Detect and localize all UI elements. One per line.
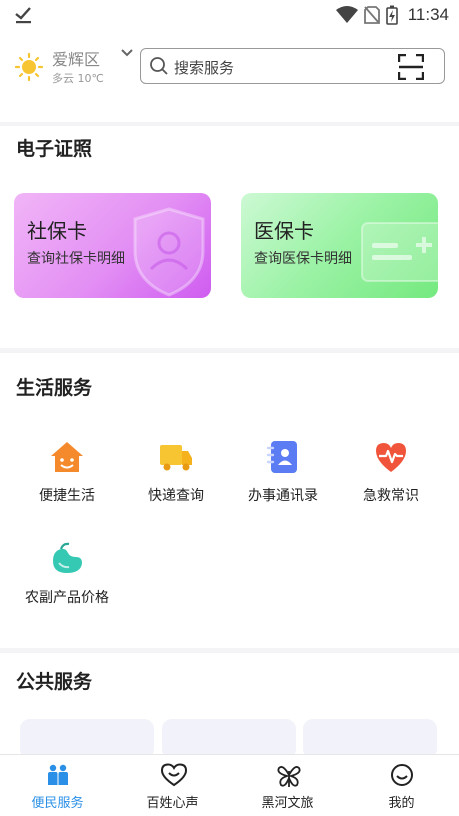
service-label: 便捷生活	[39, 488, 95, 504]
heart-face-icon	[161, 763, 187, 787]
nav-label: 百姓心声	[146, 796, 199, 811]
nav-item-tourism[interactable]: 黑河文旅	[230, 755, 345, 816]
public-service-card[interactable]	[20, 719, 154, 759]
house-smile-icon	[51, 442, 83, 472]
life-services-section: 生活服务 便捷生活 快递查询 办事通讯录 急救常识 农副产品价格	[0, 353, 459, 648]
medical-insurance-card[interactable]: 医保卡 查询医保卡明细	[241, 193, 438, 298]
district-name: 爱辉区	[52, 50, 101, 69]
butterfly-icon	[277, 766, 301, 787]
service-label: 快递查询	[148, 488, 204, 504]
public-services-section: 公共服务	[0, 653, 459, 759]
nav-label: 我的	[388, 796, 415, 811]
status-time: 11:34	[407, 5, 449, 24]
certificates-section: 电子证照 社保卡 查询社保卡明细 医保卡 查询医保卡明细	[0, 126, 459, 348]
status-bar: 11:34	[0, 0, 459, 34]
nav-item-convenience[interactable]: 便民服务	[0, 755, 115, 816]
nav-item-mine[interactable]: 我的	[344, 755, 459, 816]
service-produce-price[interactable]: 农副产品价格	[12, 541, 122, 611]
search-icon	[150, 57, 168, 75]
card-decoration-icon	[361, 222, 438, 282]
public-service-card[interactable]	[303, 719, 437, 759]
truck-icon	[160, 445, 192, 471]
section-title: 生活服务	[16, 377, 93, 399]
section-title: 公共服务	[16, 671, 93, 693]
card-subtitle: 查询社保卡明细	[27, 251, 125, 267]
nav-item-voices[interactable]: 百姓心声	[115, 755, 230, 816]
service-label: 急救常识	[363, 488, 419, 504]
bean-icon	[53, 542, 82, 573]
search-placeholder: 搜索服务	[174, 59, 235, 77]
bottom-nav: 便民服务 百姓心声 黑河文旅 我的	[0, 754, 459, 816]
service-convenient-life[interactable]: 便捷生活	[12, 439, 122, 509]
weather-location-selector[interactable]: 爱辉区 多云 10℃	[14, 46, 134, 86]
no-sim-icon	[363, 6, 380, 24]
nav-label: 黑河文旅	[261, 796, 314, 811]
people-icon	[48, 764, 68, 785]
card-subtitle: 查询医保卡明细	[254, 251, 352, 267]
shield-person-icon	[133, 207, 205, 297]
check-icon	[15, 7, 31, 24]
service-label: 农副产品价格	[25, 590, 109, 606]
sun-icon	[14, 52, 44, 82]
chevron-down-icon	[121, 49, 133, 57]
social-security-card[interactable]: 社保卡 查询社保卡明细	[14, 193, 211, 298]
wifi-icon	[335, 6, 358, 23]
heart-pulse-icon	[376, 443, 406, 472]
card-title: 医保卡	[254, 219, 314, 243]
scan-icon[interactable]	[398, 54, 424, 80]
service-label: 办事通讯录	[248, 488, 318, 504]
nav-label: 便民服务	[31, 796, 84, 811]
battery-charging-icon	[385, 5, 398, 25]
card-title: 社保卡	[27, 219, 87, 243]
service-express-query[interactable]: 快递查询	[121, 439, 231, 509]
header: 爱辉区 多云 10℃ 搜索服务	[0, 34, 459, 122]
smiley-icon	[391, 764, 413, 786]
section-title: 电子证照	[16, 138, 93, 160]
public-service-card[interactable]	[162, 719, 296, 759]
search-input[interactable]: 搜索服务	[140, 48, 445, 84]
weather-forecast: 多云 10℃	[52, 72, 104, 85]
contacts-book-icon	[266, 441, 297, 473]
service-directory[interactable]: 办事通讯录	[228, 439, 338, 509]
service-first-aid[interactable]: 急救常识	[336, 439, 446, 509]
